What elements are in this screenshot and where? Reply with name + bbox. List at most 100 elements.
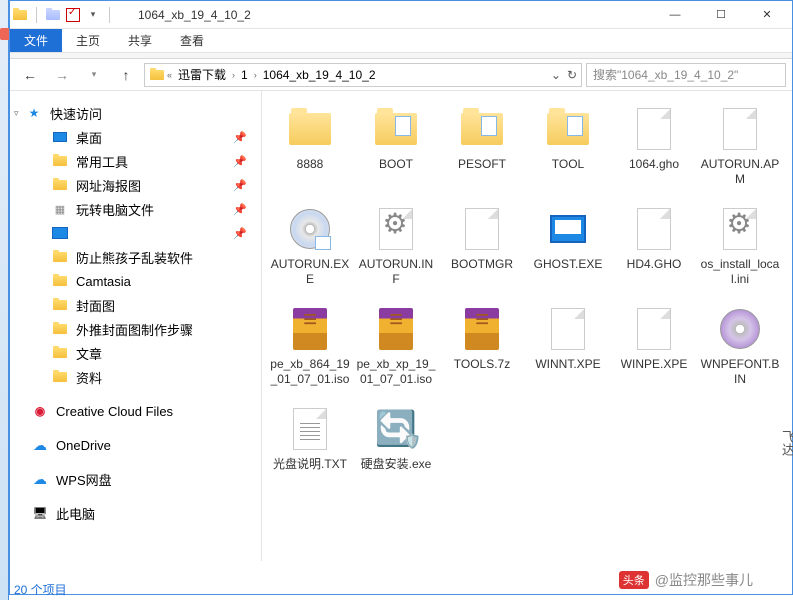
qat-properties-icon[interactable] — [45, 7, 61, 23]
file-label: WINNT.XPE — [535, 357, 600, 372]
nav-wps[interactable]: ☁ WPS网盘 — [14, 467, 257, 491]
sidebar-item[interactable]: ▦ 玩转电脑文件 📌 — [14, 197, 257, 221]
sidebar-item[interactable]: 文章 — [14, 341, 257, 365]
crumb-2[interactable]: 1 — [237, 66, 252, 84]
file-item[interactable]: BOOTMGR — [442, 205, 522, 287]
crumb-1[interactable]: 迅雷下载 — [174, 64, 230, 85]
sidebar-item[interactable]: Camtasia — [14, 269, 257, 293]
sidebar-item-label: 玩转电脑文件 — [76, 200, 154, 219]
watermark: 头条 @监控那些事儿 — [619, 570, 753, 590]
folder-icon — [52, 321, 68, 337]
nav-forward-button[interactable]: → — [48, 62, 76, 88]
nav-back-button[interactable]: ← — [16, 62, 44, 88]
sidebar-item-label: 文章 — [76, 344, 102, 363]
tab-home[interactable]: 主页 — [62, 29, 114, 52]
file-item[interactable]: TOOL — [528, 105, 608, 187]
breadcrumb[interactable]: « 迅雷下载 › 1 › 1064_xb_19_4_10_2 ⌄ ↻ — [144, 63, 582, 87]
qat-dropdown-icon[interactable]: ▾ — [85, 7, 101, 23]
sidebar-item[interactable]: 桌面 📌 — [14, 125, 257, 149]
sidebar-item[interactable]: 防止熊孩子乱装软件 — [14, 245, 257, 269]
file-item[interactable]: WNPEFONT.BIN — [700, 305, 780, 387]
file-label: BOOT — [379, 157, 413, 172]
file-label: GHOST.EXE — [534, 257, 603, 272]
file-item[interactable]: WINPE.XPE — [614, 305, 694, 387]
file-item[interactable]: AUTORUN.APM — [700, 105, 780, 187]
search-input[interactable]: 搜索"1064_xb_19_4_10_2" — [586, 63, 786, 87]
creative-cloud-icon: ◉ — [32, 403, 48, 419]
tab-view[interactable]: 查看 — [166, 29, 218, 52]
maximize-button[interactable]: ☐ — [698, 1, 744, 29]
file-icon — [544, 305, 592, 353]
folder-icon — [52, 273, 68, 289]
file-item[interactable]: WINNT.XPE — [528, 305, 608, 387]
file-icon — [544, 205, 592, 253]
file-item[interactable]: 光盘说明.TXT — [270, 405, 350, 472]
file-item[interactable]: 1064.gho — [614, 105, 694, 187]
file-icon: 🔄🛡️ — [372, 405, 420, 453]
tab-share[interactable]: 共享 — [114, 29, 166, 52]
file-item[interactable]: ⚙ os_install_local.ini — [700, 205, 780, 287]
addr-dropdown-icon[interactable]: ⌄ — [551, 68, 561, 82]
file-icon — [458, 205, 506, 253]
file-label: 光盘说明.TXT — [273, 457, 347, 472]
nav-creative-cloud[interactable]: ◉ Creative Cloud Files — [14, 399, 257, 423]
file-item[interactable]: AUTORUN.EXE — [270, 205, 350, 287]
file-item[interactable]: HD4.GHO — [614, 205, 694, 287]
pin-icon: 📌 — [233, 179, 247, 192]
refresh-icon[interactable]: ↻ — [567, 68, 577, 82]
grid-icon: ▦ — [52, 201, 68, 217]
pin-icon: 📌 — [233, 155, 247, 168]
pc-icon: 🖥 — [32, 505, 48, 521]
nav-quick-access[interactable]: ★ 快速访问 — [14, 101, 257, 125]
file-item[interactable]: 8888 — [270, 105, 350, 187]
minimize-button[interactable]: — — [652, 1, 698, 29]
sidebar-item-label: 资料 — [76, 368, 102, 387]
sidebar-item[interactable]: 📌 — [14, 221, 257, 245]
file-label: AUTORUN.EXE — [270, 257, 350, 287]
file-item[interactable]: 🔄🛡️ 硬盘安装.exe — [356, 405, 436, 472]
file-item[interactable]: ⚙ AUTORUN.INF — [356, 205, 436, 287]
crumb-3[interactable]: 1064_xb_19_4_10_2 — [259, 66, 380, 84]
sidebar-item[interactable]: 外推封面图制作步骤 — [14, 317, 257, 341]
file-label: os_install_local.ini — [700, 257, 780, 287]
file-label: AUTORUN.INF — [356, 257, 436, 287]
sidebar-item-label: 封面图 — [76, 296, 115, 315]
nav-this-pc[interactable]: 🖥 此电脑 — [14, 501, 257, 525]
file-item[interactable]: BOOT — [356, 105, 436, 187]
file-item[interactable]: pe_xb_864_19_01_07_01.iso — [270, 305, 350, 387]
sidebar-item-label: 外推封面图制作步骤 — [76, 320, 193, 339]
file-icon — [286, 105, 334, 153]
close-button[interactable]: ✕ — [744, 1, 790, 29]
sidebar-item[interactable]: 网址海报图 📌 — [14, 173, 257, 197]
nav-up-button[interactable]: ↑ — [112, 62, 140, 88]
pin-icon: 📌 — [233, 203, 247, 216]
qat-check-icon[interactable] — [65, 7, 81, 23]
sidebar-item[interactable]: 封面图 — [14, 293, 257, 317]
file-icon — [544, 105, 592, 153]
nav-recent-button[interactable]: ▾ — [80, 62, 108, 88]
file-icon — [458, 105, 506, 153]
file-label: AUTORUN.APM — [700, 157, 780, 187]
file-label: 8888 — [297, 157, 324, 172]
file-item[interactable]: GHOST.EXE — [528, 205, 608, 287]
tab-file[interactable]: 文件 — [10, 29, 62, 52]
file-item[interactable]: PESOFT — [442, 105, 522, 187]
file-label: 1064.gho — [629, 157, 679, 172]
file-label: TOOL — [552, 157, 584, 172]
folder-icon — [52, 153, 68, 169]
sidebar-item-label: 防止熊孩子乱装软件 — [76, 248, 193, 267]
file-item[interactable]: pe_xb_xp_19_01_07_01.iso — [356, 305, 436, 387]
titlebar: ▾ 1064_xb_19_4_10_2 — ☐ ✕ — [10, 1, 792, 29]
sidebar-item[interactable]: 常用工具 📌 — [14, 149, 257, 173]
nav-onedrive[interactable]: ☁ OneDrive — [14, 433, 257, 457]
file-icon — [458, 305, 506, 353]
file-label: PESOFT — [458, 157, 506, 172]
file-icon — [716, 305, 764, 353]
sidebar-item[interactable]: 资料 — [14, 365, 257, 389]
file-item[interactable]: TOOLS.7z — [442, 305, 522, 387]
file-icon — [716, 105, 764, 153]
file-label: WINPE.XPE — [621, 357, 688, 372]
file-view: 8888 BOOT PESOFT TOOL 1064.gho AUTORUN.A… — [262, 91, 792, 561]
file-icon — [286, 405, 334, 453]
pin-icon: 📌 — [233, 131, 247, 144]
